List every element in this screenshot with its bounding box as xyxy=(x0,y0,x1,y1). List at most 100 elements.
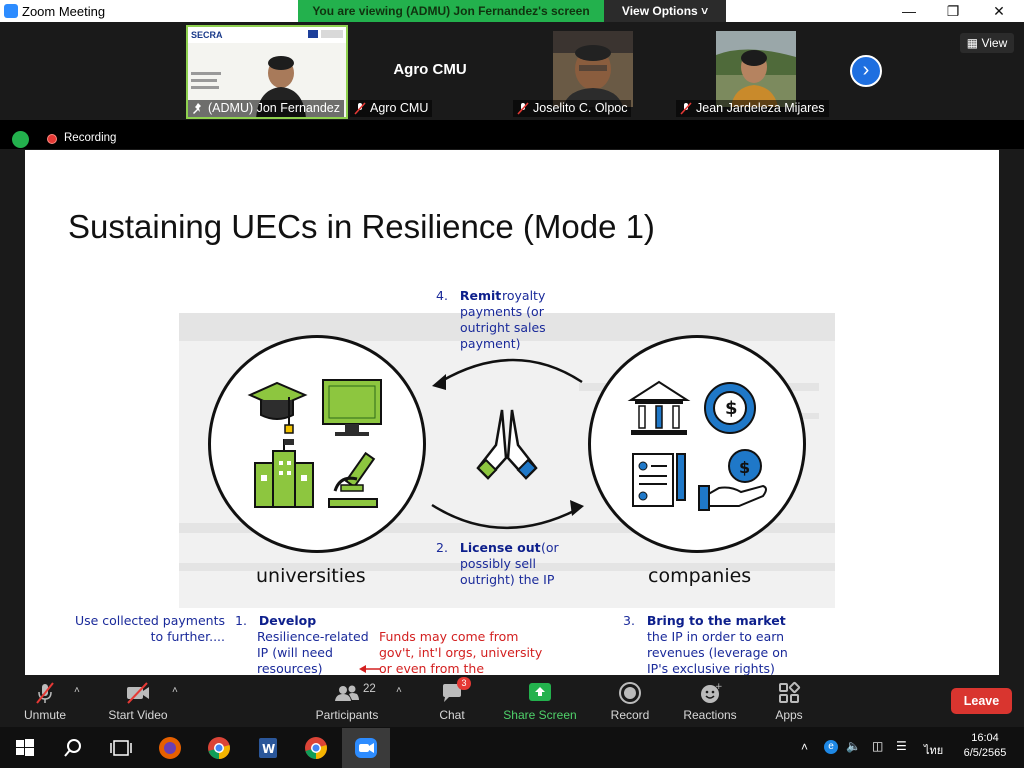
recording-label: Recording xyxy=(64,132,117,144)
window-title: Zoom Meeting xyxy=(22,4,106,19)
view-toggle-label: View xyxy=(981,36,1008,50)
input-language[interactable]: ไทย xyxy=(924,741,943,759)
left-note: Use collected payments to further.... xyxy=(74,613,225,644)
step-3-detail: the IP in order to earn revenues (levera… xyxy=(647,629,788,675)
clock-date: 6/5/2565 xyxy=(963,747,1007,759)
reactions-label: Reactions xyxy=(683,708,737,722)
clock-time: 16:04 xyxy=(971,732,999,744)
pin-icon xyxy=(193,103,201,114)
muted-mic-icon xyxy=(354,102,366,115)
unmute-label: Unmute xyxy=(23,708,67,722)
svg-text:+: + xyxy=(715,682,722,692)
participant-tile[interactable]: SECRA (ADMU) Jon Fernandez xyxy=(186,25,348,119)
apps-grid-icon xyxy=(779,681,801,703)
svg-text:W: W xyxy=(262,742,275,756)
next-participants-arrow-icon[interactable]: › xyxy=(850,55,882,87)
reactions-button[interactable]: + Reactions xyxy=(680,675,740,727)
security-shield-icon[interactable] xyxy=(12,131,29,148)
participants-options-caret-icon[interactable]: ˄ xyxy=(396,685,402,696)
share-screen-label: Share Screen xyxy=(503,708,577,722)
record-label: Record xyxy=(610,708,650,722)
participant-display-name: Agro CMU xyxy=(393,61,467,78)
start-video-label: Start Video xyxy=(108,708,168,722)
notifications-icon[interactable]: ☰ xyxy=(896,739,907,753)
step-2-detail: (or possibly sell outright) the IP xyxy=(460,540,559,587)
universities-label: universities xyxy=(256,565,366,587)
step-3-text: 3. Bring to the market xyxy=(623,613,786,628)
chevron-down-icon: ˅ xyxy=(701,4,709,18)
bottom-arrow-path xyxy=(431,503,577,530)
chat-label: Chat xyxy=(439,708,465,722)
shared-screen-slide: Sustaining UECs in Resilience (Mode 1) u… xyxy=(25,150,999,675)
view-options-button[interactable]: View Options ˅ xyxy=(604,0,726,22)
muted-mic-icon xyxy=(517,102,529,115)
participant-name: (ADMU) Jon Fernandez xyxy=(188,100,344,117)
unmute-options-caret-icon[interactable]: ˄ xyxy=(74,685,80,696)
microscope-icon xyxy=(328,451,378,508)
participant-tile[interactable]: Joselito C. Olpoc xyxy=(513,25,673,117)
leave-meeting-button[interactable]: Leave xyxy=(951,688,1012,714)
volume-icon[interactable]: 🔈 xyxy=(846,739,861,753)
cycle-arrows xyxy=(431,358,584,530)
muted-mic-icon xyxy=(36,682,54,704)
top-arrow-path xyxy=(439,358,583,384)
graduation-cap-icon xyxy=(247,381,308,434)
participant-name: Joselito C. Olpoc xyxy=(513,100,632,117)
arrow-head-left-icon xyxy=(432,374,446,390)
tray-clock[interactable]: 16:04 6/5/2565 xyxy=(950,731,1020,761)
chat-unread-badge: 3 xyxy=(457,677,471,690)
arrow-head-right-icon xyxy=(570,500,584,516)
school-building-icon xyxy=(254,439,314,508)
share-screen-icon xyxy=(529,683,551,701)
search-icon[interactable] xyxy=(60,735,86,761)
participant-tile[interactable]: Agro CMU Agro CMU xyxy=(350,25,510,117)
reaction-smiley-icon: + xyxy=(701,682,722,703)
bank-icon xyxy=(627,380,691,435)
company-icons-group: $ $ xyxy=(627,380,767,511)
unmute-button[interactable]: Unmute xyxy=(14,675,76,727)
participant-name: Jean Jardeleza Mijares xyxy=(676,100,829,117)
tray-expand-caret-icon[interactable]: ˄ xyxy=(801,740,808,754)
chrome-icon[interactable] xyxy=(303,735,329,761)
close-button[interactable]: ✕ xyxy=(976,0,1022,22)
svg-text:$: $ xyxy=(725,398,738,419)
companies-label: companies xyxy=(648,565,752,587)
zoom-icon[interactable] xyxy=(353,735,379,761)
chrome-icon[interactable] xyxy=(206,735,232,761)
record-icon xyxy=(619,682,641,704)
computer-monitor-icon xyxy=(322,379,382,436)
share-screen-button[interactable]: Share Screen xyxy=(502,675,578,727)
viewing-banner: You are viewing (ADMU) Jon Fernandez's s… xyxy=(298,0,604,22)
video-off-icon xyxy=(127,682,149,704)
record-dot-icon xyxy=(47,134,57,144)
recording-indicator[interactable]: Recording xyxy=(40,131,122,147)
participant-tile[interactable]: Jean Jardeleza Mijares xyxy=(676,25,836,117)
view-toggle-button[interactable]: ▦ View xyxy=(960,33,1014,53)
step-1-text: 1. Develop xyxy=(235,613,317,628)
meeting-toolbar: Unmute ˄ Start Video ˄ Participants 22 ˄… xyxy=(0,675,1024,727)
apps-button[interactable]: Apps xyxy=(766,675,812,727)
video-options-caret-icon[interactable]: ˄ xyxy=(172,685,178,696)
funding-note: Funds may come from gov't, int'l orgs, u… xyxy=(379,629,543,675)
thumb-logo-text: SECRA xyxy=(191,30,223,40)
zoom-app-icon xyxy=(4,4,18,18)
grid-icon: ▦ xyxy=(966,36,979,50)
edge-tray-icon[interactable]: e xyxy=(824,740,838,754)
firefox-icon[interactable] xyxy=(157,735,183,761)
money-hand-icon: $ xyxy=(698,449,767,511)
slide-title: Sustaining UECs in Resilience (Mode 1) xyxy=(68,208,655,245)
step-4-detail: royalty payments (or outright sales paym… xyxy=(460,288,546,351)
restore-button[interactable]: ❐ xyxy=(930,0,976,22)
task-view-icon[interactable] xyxy=(108,735,134,761)
start-video-button[interactable]: Start Video xyxy=(104,675,172,727)
participants-label: Participants xyxy=(315,708,379,722)
record-button[interactable]: Record xyxy=(605,675,655,727)
participants-icon xyxy=(335,685,359,701)
word-icon[interactable]: W xyxy=(255,735,281,761)
dollar-gear-icon: $ xyxy=(704,382,756,434)
university-icons-group xyxy=(247,379,382,508)
minimize-button[interactable]: — xyxy=(886,0,932,22)
windows-start-icon[interactable] xyxy=(12,735,38,761)
windows-taskbar xyxy=(0,727,1024,768)
network-icon[interactable]: ◫ xyxy=(872,739,883,753)
